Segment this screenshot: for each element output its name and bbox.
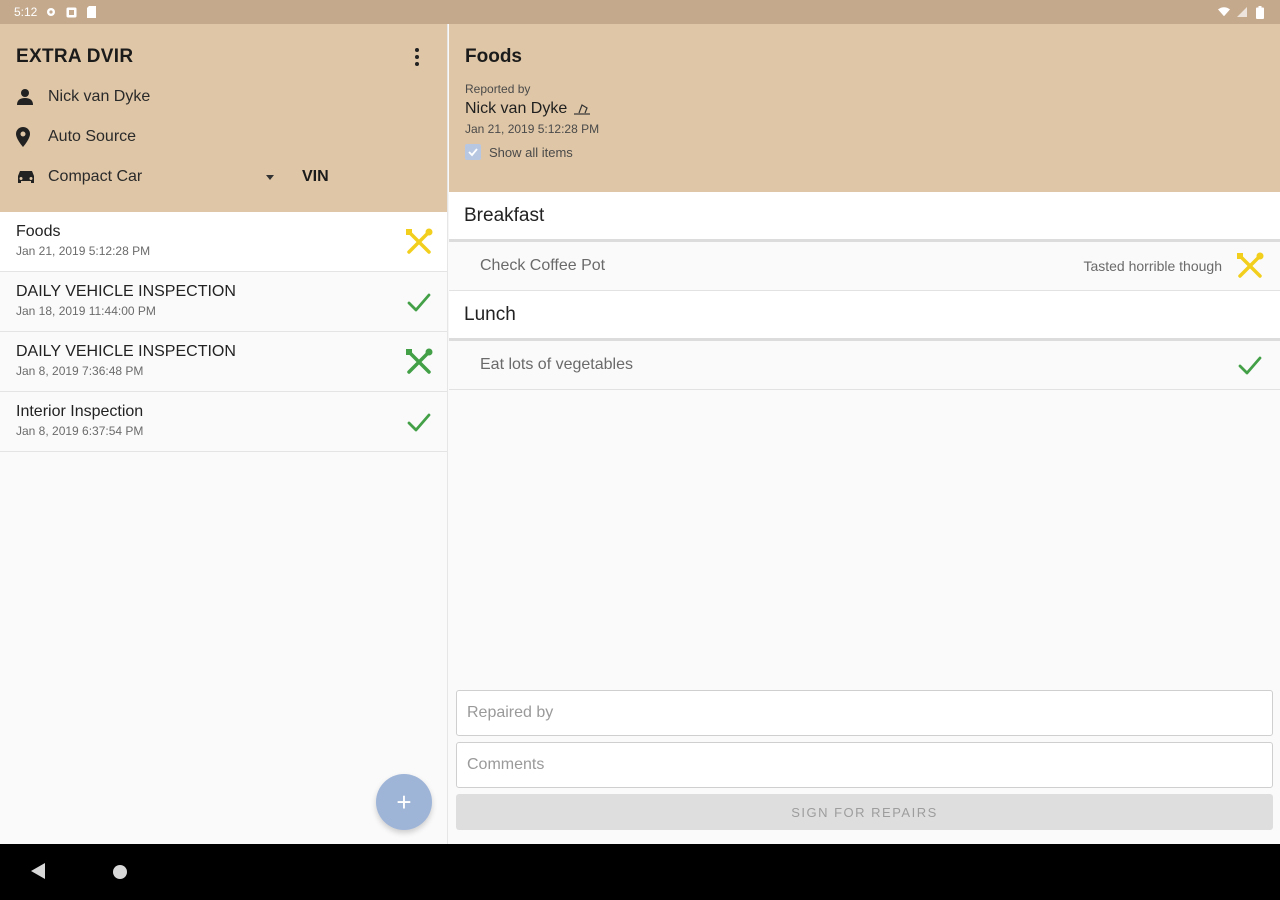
report-detail-pane: Foods Reported by Nick van Dyke Jan 21, … [449,24,1280,844]
section-header: Breakfast [449,192,1280,242]
check-item[interactable]: Eat lots of vegetables [449,341,1280,390]
signal-icon [1236,6,1248,18]
repair-form: SIGN FOR REPAIRS [449,690,1280,830]
tools-icon [1237,252,1264,278]
repaired-by-input[interactable] [456,690,1273,736]
report-item[interactable]: Foods Jan 21, 2019 5:12:28 PM [0,212,447,272]
report-list-pane: EXTRA DVIR Nick van Dyke Auto Source Com… [0,24,448,844]
vehicle-dropdown[interactable]: Compact Car [16,168,278,186]
reporter-name: Nick van Dyke [465,100,568,117]
checkmark-icon [407,413,431,432]
app-title: EXTRA DVIR [16,46,134,67]
driver-name: Nick van Dyke [48,88,151,105]
status-time: 5:12 [14,5,38,19]
notification-icon [65,6,77,18]
report-item[interactable]: DAILY VEHICLE INSPECTION Jan 18, 2019 11… [0,272,447,332]
tools-icon [406,228,433,254]
checkbox-check-icon [468,148,478,157]
report-title: DAILY VEHICLE INSPECTION [16,343,236,360]
vehicle-row: Compact Car VIN [16,166,431,188]
sd-card-icon [85,6,97,18]
check-item-label: Check Coffee Pot [480,257,606,274]
location-row[interactable]: Auto Source [16,126,431,148]
person-icon [16,86,40,108]
tools-icon [406,348,433,374]
navigation-bar [0,844,1280,900]
detail-title: Foods [465,46,522,67]
battery-icon [1254,5,1266,19]
chevron-down-icon [266,174,274,180]
checkmark-icon [1238,356,1262,375]
vehicle-name: Compact Car [48,168,143,185]
report-title: Foods [16,223,61,240]
comments-input[interactable] [456,742,1273,788]
location-pin-icon [16,126,40,148]
driver-header: EXTRA DVIR Nick van Dyke Auto Source Com… [0,24,447,212]
report-date: Jan 21, 2019 5:12:28 PM [16,244,151,258]
reported-by-label: Reported by [465,82,531,96]
settings-icon [45,6,57,18]
report-list: Foods Jan 21, 2019 5:12:28 PM DAILY VEHI… [0,212,447,452]
detail-date: Jan 21, 2019 5:12:28 PM [465,122,600,136]
status-bar: 5:12 [0,0,1280,24]
report-date: Jan 8, 2019 7:36:48 PM [16,364,144,378]
show-all-label: Show all items [489,144,573,160]
car-icon [16,169,40,185]
reporter-row: Nick van Dyke [465,100,1264,118]
check-item-note: Tasted horrible though [1083,258,1222,274]
detail-header: Foods Reported by Nick van Dyke Jan 21, … [449,24,1280,192]
report-date: Jan 18, 2019 11:44:00 PM [16,304,156,318]
report-date: Jan 8, 2019 6:37:54 PM [16,424,144,438]
vin-button[interactable]: VIN [302,168,329,186]
report-title: DAILY VEHICLE INSPECTION [16,283,236,300]
check-item[interactable]: Check Coffee Pot Tasted horrible though [449,242,1280,291]
checkmark-icon [407,293,431,312]
check-item-label: Eat lots of vegetables [480,356,633,373]
home-icon[interactable] [113,865,127,879]
report-title: Interior Inspection [16,403,144,420]
location-name: Auto Source [48,128,137,145]
show-all-checkbox[interactable] [465,144,481,160]
show-all-toggle[interactable]: Show all items [465,144,1264,160]
report-item[interactable]: Interior Inspection Jan 8, 2019 6:37:54 … [0,392,447,452]
section-header: Lunch [449,291,1280,341]
wifi-icon [1218,6,1230,18]
report-item[interactable]: DAILY VEHICLE INSPECTION Jan 8, 2019 7:3… [0,332,447,392]
sign-for-repairs-button[interactable]: SIGN FOR REPAIRS [456,794,1273,830]
signature-icon [574,104,591,115]
back-icon[interactable] [31,863,45,879]
overflow-menu-icon[interactable] [407,46,427,68]
add-report-button[interactable]: + [376,774,432,830]
driver-row[interactable]: Nick van Dyke [16,86,431,108]
